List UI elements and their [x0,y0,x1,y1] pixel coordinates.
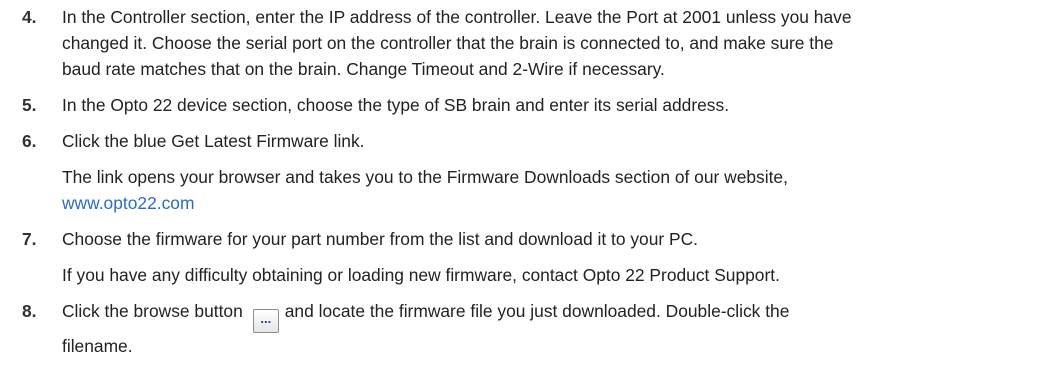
step-text-line: In the Opto 22 device section, choose th… [62,95,730,115]
step-8: 8. Click the browse button... and locate … [0,298,1042,359]
step-text-line: Click the browse button... and locate the… [62,298,1022,333]
step-number: 6. [22,131,37,151]
step-text-before-button: Click the browse button [62,301,243,321]
step-number: 4. [22,7,37,27]
step-subtext-line: The link opens your browser and takes yo… [62,167,788,187]
document-page: 4. In the Controller section, enter the … [0,0,1042,381]
step-text-line: Choose the firmware for your part number… [62,229,699,249]
step-5: 5. In the Opto 22 device section, choose… [0,92,1042,118]
browse-button[interactable]: ... [252,309,279,333]
step-6: 6. Click the blue Get Latest Firmware li… [0,128,1042,216]
step-text-after-button: and locate the firmware file you just do… [284,301,790,321]
step-4: 4. In the Controller section, enter the … [0,4,1042,82]
step-subtext-line: If you have any difficulty obtaining or … [62,265,780,285]
step-text-line: In the Controller section, enter the IP … [62,7,852,27]
website-link[interactable]: www.opto22.com [62,190,1022,216]
step-text-line: changed it. Choose the serial port on th… [62,33,834,53]
step-number: 8. [22,301,37,321]
step-number: 7. [22,229,37,249]
step-text-line: filename. [62,336,133,356]
step-text-line: baud rate matches that on the brain. Cha… [62,59,665,79]
step-7: 7. Choose the firmware for your part num… [0,226,1042,288]
step-text-line: Click the blue Get Latest Firmware link. [62,131,365,151]
step-number: 5. [22,95,37,115]
